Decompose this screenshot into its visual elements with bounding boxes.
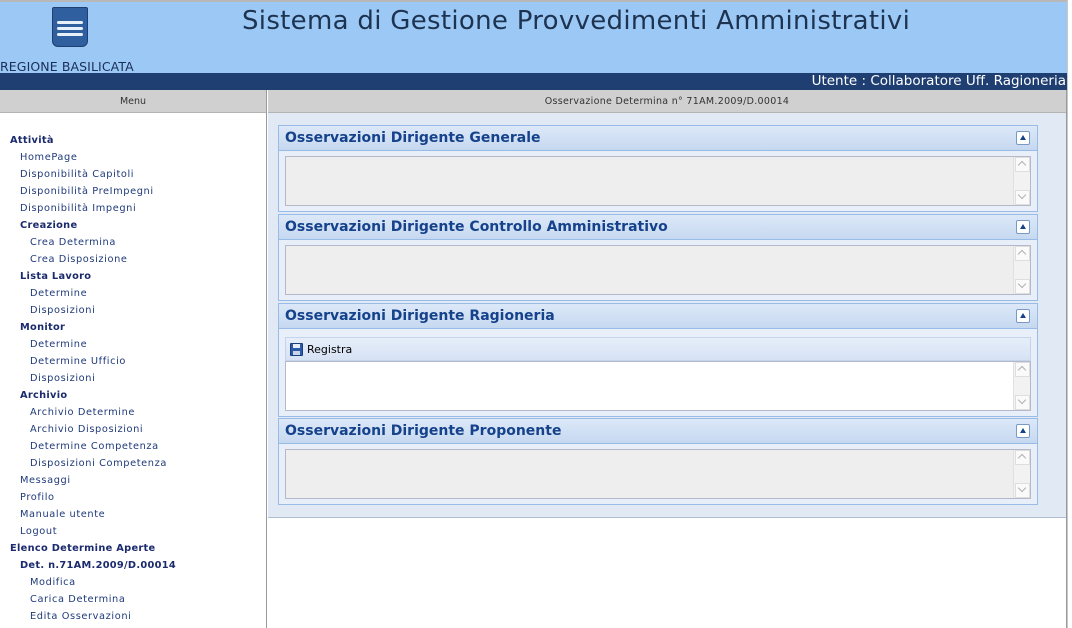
menu-item-carica-determina[interactable]: Carica Determina	[0, 591, 266, 608]
collapse-icon[interactable]	[1016, 220, 1030, 234]
menu-section-elenco-determine-aperte: Elenco Determine Aperte	[10, 543, 156, 554]
scroll-down-icon[interactable]	[1015, 483, 1030, 498]
observation-textarea[interactable]	[285, 156, 1031, 206]
scrollbar[interactable]	[1013, 362, 1030, 410]
user-label: Utente : Collaboratore Uff. Ragioneria	[811, 73, 1066, 89]
panel-header: Osservazioni Dirigente Proponente	[279, 419, 1037, 444]
scroll-down-icon[interactable]	[1015, 395, 1030, 410]
app-header: REGIONE BASILICATA Sistema di Gestione P…	[0, 0, 1072, 75]
registra-label: Registra	[307, 343, 353, 356]
panel-header: Osservazioni Dirigente Controllo Amminis…	[279, 215, 1037, 240]
panel-dirigente-controllo-amministrativo: Osservazioni Dirigente Controllo Amminis…	[278, 214, 1038, 301]
menu-section-det-n-71am-2009-d-00014: Det. n.71AM.2009/D.00014	[20, 560, 176, 571]
scrollbar[interactable]	[1013, 157, 1030, 205]
menu-item-disponibilit-preimpegni[interactable]: Disponibilità PreImpegni	[0, 183, 266, 200]
menu-section-monitor: Monitor	[20, 322, 66, 333]
panel-title: Osservazioni Dirigente Proponente	[285, 423, 562, 439]
menu-item-archivio-disposizioni[interactable]: Archivio Disposizioni	[0, 421, 266, 438]
menu-item-determine-competenza[interactable]: Determine Competenza	[0, 438, 266, 455]
menu-header: Menu	[0, 90, 266, 113]
panel-header: Osservazioni Dirigente Ragioneria	[279, 304, 1037, 329]
page-title: Osservazione Determina n° 71AM.2009/D.00…	[268, 90, 1066, 113]
scroll-down-icon[interactable]	[1015, 279, 1030, 294]
menu-item-homepage[interactable]: HomePage	[0, 149, 266, 166]
menu-item-disposizioni[interactable]: Disposizioni	[0, 302, 266, 319]
panel-dirigente-proponente: Osservazioni Dirigente Proponente	[278, 418, 1038, 505]
collapse-icon[interactable]	[1016, 131, 1030, 145]
panel-header: Osservazioni Dirigente Generale	[279, 126, 1037, 151]
menu-item-disponibilit-capitoli[interactable]: Disponibilità Capitoli	[0, 166, 266, 183]
panel-dirigente-generale: Osservazioni Dirigente Generale	[278, 125, 1038, 212]
menu-list: Attività HomePage Disponibilità Capitoli Di…	[0, 113, 266, 625]
region-name: REGIONE BASILICATA	[0, 59, 134, 74]
scroll-up-icon[interactable]	[1015, 450, 1030, 465]
panel-title: Osservazioni Dirigente Controllo Amminis…	[285, 219, 668, 235]
menu-item-disponibilit-impegni[interactable]: Disponibilità Impegni	[0, 200, 266, 217]
app-title: Sistema di Gestione Provvedimenti Ammini…	[242, 6, 911, 36]
collapse-icon[interactable]	[1016, 309, 1030, 323]
observations-container: Osservazioni Dirigente Generale Osservaz…	[268, 113, 1066, 518]
menu-item-disposizioni[interactable]: Disposizioni	[0, 370, 266, 387]
window-edge	[1067, 0, 1072, 628]
scroll-down-icon[interactable]	[1015, 190, 1030, 205]
panel-title: Osservazioni Dirigente Ragioneria	[285, 308, 555, 324]
menu-section-archivio: Archivio	[20, 390, 68, 401]
user-bar: Utente : Collaboratore Uff. Ragioneria	[0, 73, 1072, 90]
menu-item-crea-disposizione[interactable]: Crea Disposizione	[0, 251, 266, 268]
menu-item-crea-determina[interactable]: Crea Determina	[0, 234, 266, 251]
collapse-icon[interactable]	[1016, 424, 1030, 438]
observation-textarea[interactable]	[285, 449, 1031, 499]
menu-section-creazione: Creazione	[20, 220, 78, 231]
scrollbar[interactable]	[1013, 450, 1030, 498]
panel-title: Osservazioni Dirigente Generale	[285, 130, 541, 146]
panel-toolbar: Registra	[285, 337, 1031, 361]
scroll-up-icon[interactable]	[1015, 157, 1030, 172]
region-shield-icon	[52, 7, 88, 47]
page: REGIONE BASILICATA Sistema di Gestione P…	[0, 0, 1072, 628]
menu-item-manuale-utente[interactable]: Manuale utente	[0, 506, 266, 523]
menu-item-disposizioni-competenza[interactable]: Disposizioni Competenza	[0, 455, 266, 472]
scrollbar[interactable]	[1013, 246, 1030, 294]
menu-item-determine[interactable]: Determine	[0, 336, 266, 353]
menu-item-modifica[interactable]: Modifica	[0, 574, 266, 591]
menu-item-determine-ufficio[interactable]: Determine Ufficio	[0, 353, 266, 370]
menu-item-logout[interactable]: Logout	[0, 523, 266, 540]
menu-item-edita-osservazioni[interactable]: Edita Osservazioni	[0, 608, 266, 625]
observation-textarea[interactable]	[285, 245, 1031, 295]
menu-item-messaggi[interactable]: Messaggi	[0, 472, 266, 489]
menu-item-archivio-determine[interactable]: Archivio Determine	[0, 404, 266, 421]
observation-textarea[interactable]	[285, 361, 1031, 411]
menu-section-lista-lavoro: Lista Lavoro	[20, 271, 92, 282]
sidebar: Menu Attività HomePage Disponibilità Capit…	[0, 90, 267, 628]
menu-item-profilo[interactable]: Profilo	[0, 489, 266, 506]
floppy-disk-icon	[290, 343, 303, 356]
main-content: Osservazione Determina n° 71AM.2009/D.00…	[268, 90, 1066, 628]
scroll-up-icon[interactable]	[1015, 246, 1030, 261]
menu-section-attivit: Attività	[10, 135, 54, 146]
panel-dirigente-ragioneria: Osservazioni Dirigente Ragioneria Regist…	[278, 303, 1038, 417]
menu-item-determine[interactable]: Determine	[0, 285, 266, 302]
region-logo: REGIONE BASILICATA	[0, 2, 142, 75]
scroll-up-icon[interactable]	[1015, 362, 1030, 377]
